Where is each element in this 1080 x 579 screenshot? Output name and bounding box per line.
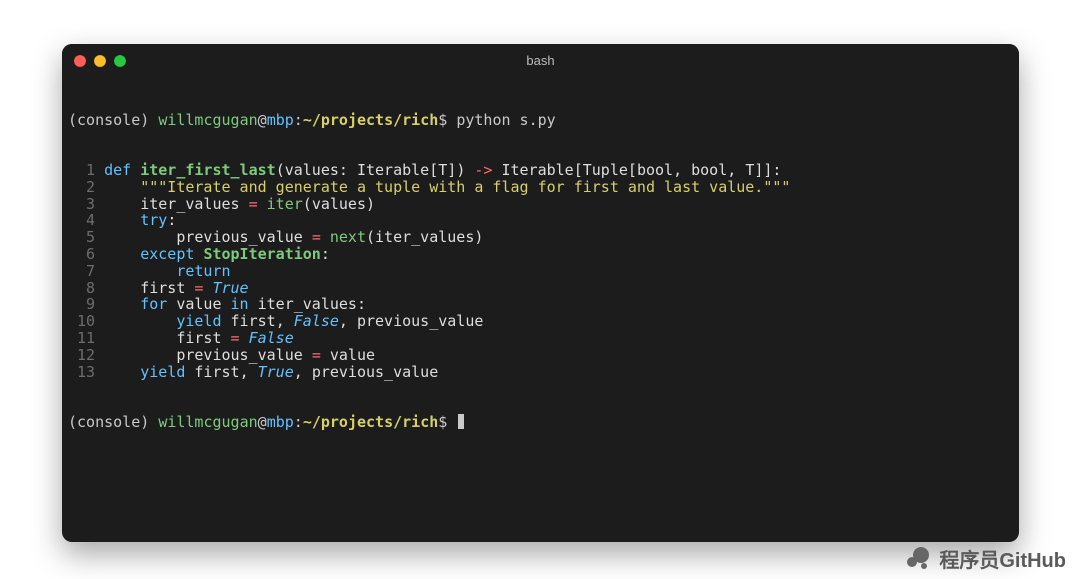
prompt-path: ~/projects/rich [303, 111, 438, 129]
prompt-at: @ [258, 413, 267, 431]
line-number: 4 [68, 212, 95, 229]
code-text: yield first, False, previous_value [104, 313, 1013, 330]
minimize-icon[interactable] [94, 55, 106, 67]
code-line: 13 yield first, True, previous_value [68, 364, 1013, 381]
code-text: first = True [104, 280, 1013, 297]
prompt-colon: : [294, 413, 303, 431]
fullscreen-icon[interactable] [114, 55, 126, 67]
cursor-icon [458, 414, 463, 429]
code-text: """Iterate and generate a tuple with a f… [104, 179, 1013, 196]
line-number: 7 [68, 263, 95, 280]
code-text: iter_values = iter(values) [104, 196, 1013, 213]
prompt-env: (console) [68, 111, 149, 129]
code-line: 11 first = False [68, 330, 1013, 347]
watermark: 程序员GitHub [907, 544, 1066, 573]
prompt-host: mbp [267, 413, 294, 431]
line-number: 6 [68, 246, 95, 263]
prompt-user: willmcgugan [158, 413, 257, 431]
code-text: for value in iter_values: [104, 296, 1013, 313]
code-line: 7 return [68, 263, 1013, 280]
line-number: 12 [68, 347, 95, 364]
prompt-line-1: (console) willmcgugan@mbp:~/projects/ric… [68, 112, 1013, 129]
prompt-path: ~/projects/rich [303, 413, 438, 431]
code-line: 8 first = True [68, 280, 1013, 297]
prompt-dollar: $ [438, 413, 447, 431]
prompt-command: python s.py [456, 111, 555, 129]
prompt-host: mbp [267, 111, 294, 129]
prompt-at: @ [258, 111, 267, 129]
line-number: 1 [68, 162, 95, 179]
prompt-env: (console) [68, 413, 149, 431]
line-number: 5 [68, 229, 95, 246]
code-line: 1 def iter_first_last(values: Iterable[T]… [68, 162, 1013, 179]
line-number: 3 [68, 196, 95, 213]
terminal-window: bash (console) willmcgugan@mbp:~/project… [62, 44, 1019, 542]
traffic-lights [74, 55, 126, 67]
code-text: first = False [104, 330, 1013, 347]
line-number: 13 [68, 364, 95, 381]
code-line: 12 previous_value = value [68, 347, 1013, 364]
terminal-body[interactable]: (console) willmcgugan@mbp:~/projects/ric… [62, 76, 1019, 542]
code-line: 10 yield first, False, previous_value [68, 313, 1013, 330]
window-title: bash [62, 50, 1019, 72]
line-number: 10 [68, 313, 95, 330]
line-number: 2 [68, 179, 95, 196]
code-text: return [104, 263, 1013, 280]
code-text: yield first, True, previous_value [104, 364, 1013, 381]
prompt-colon: : [294, 111, 303, 129]
wechat-icon [907, 547, 933, 571]
code-line: 9 for value in iter_values: [68, 296, 1013, 313]
code-line: 5 previous_value = next(iter_values) [68, 229, 1013, 246]
code-text: except StopIteration: [104, 246, 1013, 263]
code-line: 6 except StopIteration: [68, 246, 1013, 263]
close-icon[interactable] [74, 55, 86, 67]
prompt-line-2: (console) willmcgugan@mbp:~/projects/ric… [68, 414, 1013, 431]
code-text: try: [104, 212, 1013, 229]
titlebar: bash [62, 44, 1019, 76]
prompt-dollar: $ [438, 111, 447, 129]
code-output: 1 def iter_first_last(values: Iterable[T]… [68, 162, 1013, 380]
line-number: 8 [68, 280, 95, 297]
line-number: 11 [68, 330, 95, 347]
code-line: 3 iter_values = iter(values) [68, 196, 1013, 213]
code-text: def iter_first_last(values: Iterable[T])… [104, 162, 1013, 179]
line-number: 9 [68, 296, 95, 313]
code-text: previous_value = value [104, 347, 1013, 364]
code-line: 2 """Iterate and generate a tuple with a… [68, 179, 1013, 196]
watermark-text: 程序员GitHub [939, 544, 1066, 573]
code-line: 4 try: [68, 212, 1013, 229]
code-text: previous_value = next(iter_values) [104, 229, 1013, 246]
prompt-user: willmcgugan [158, 111, 257, 129]
